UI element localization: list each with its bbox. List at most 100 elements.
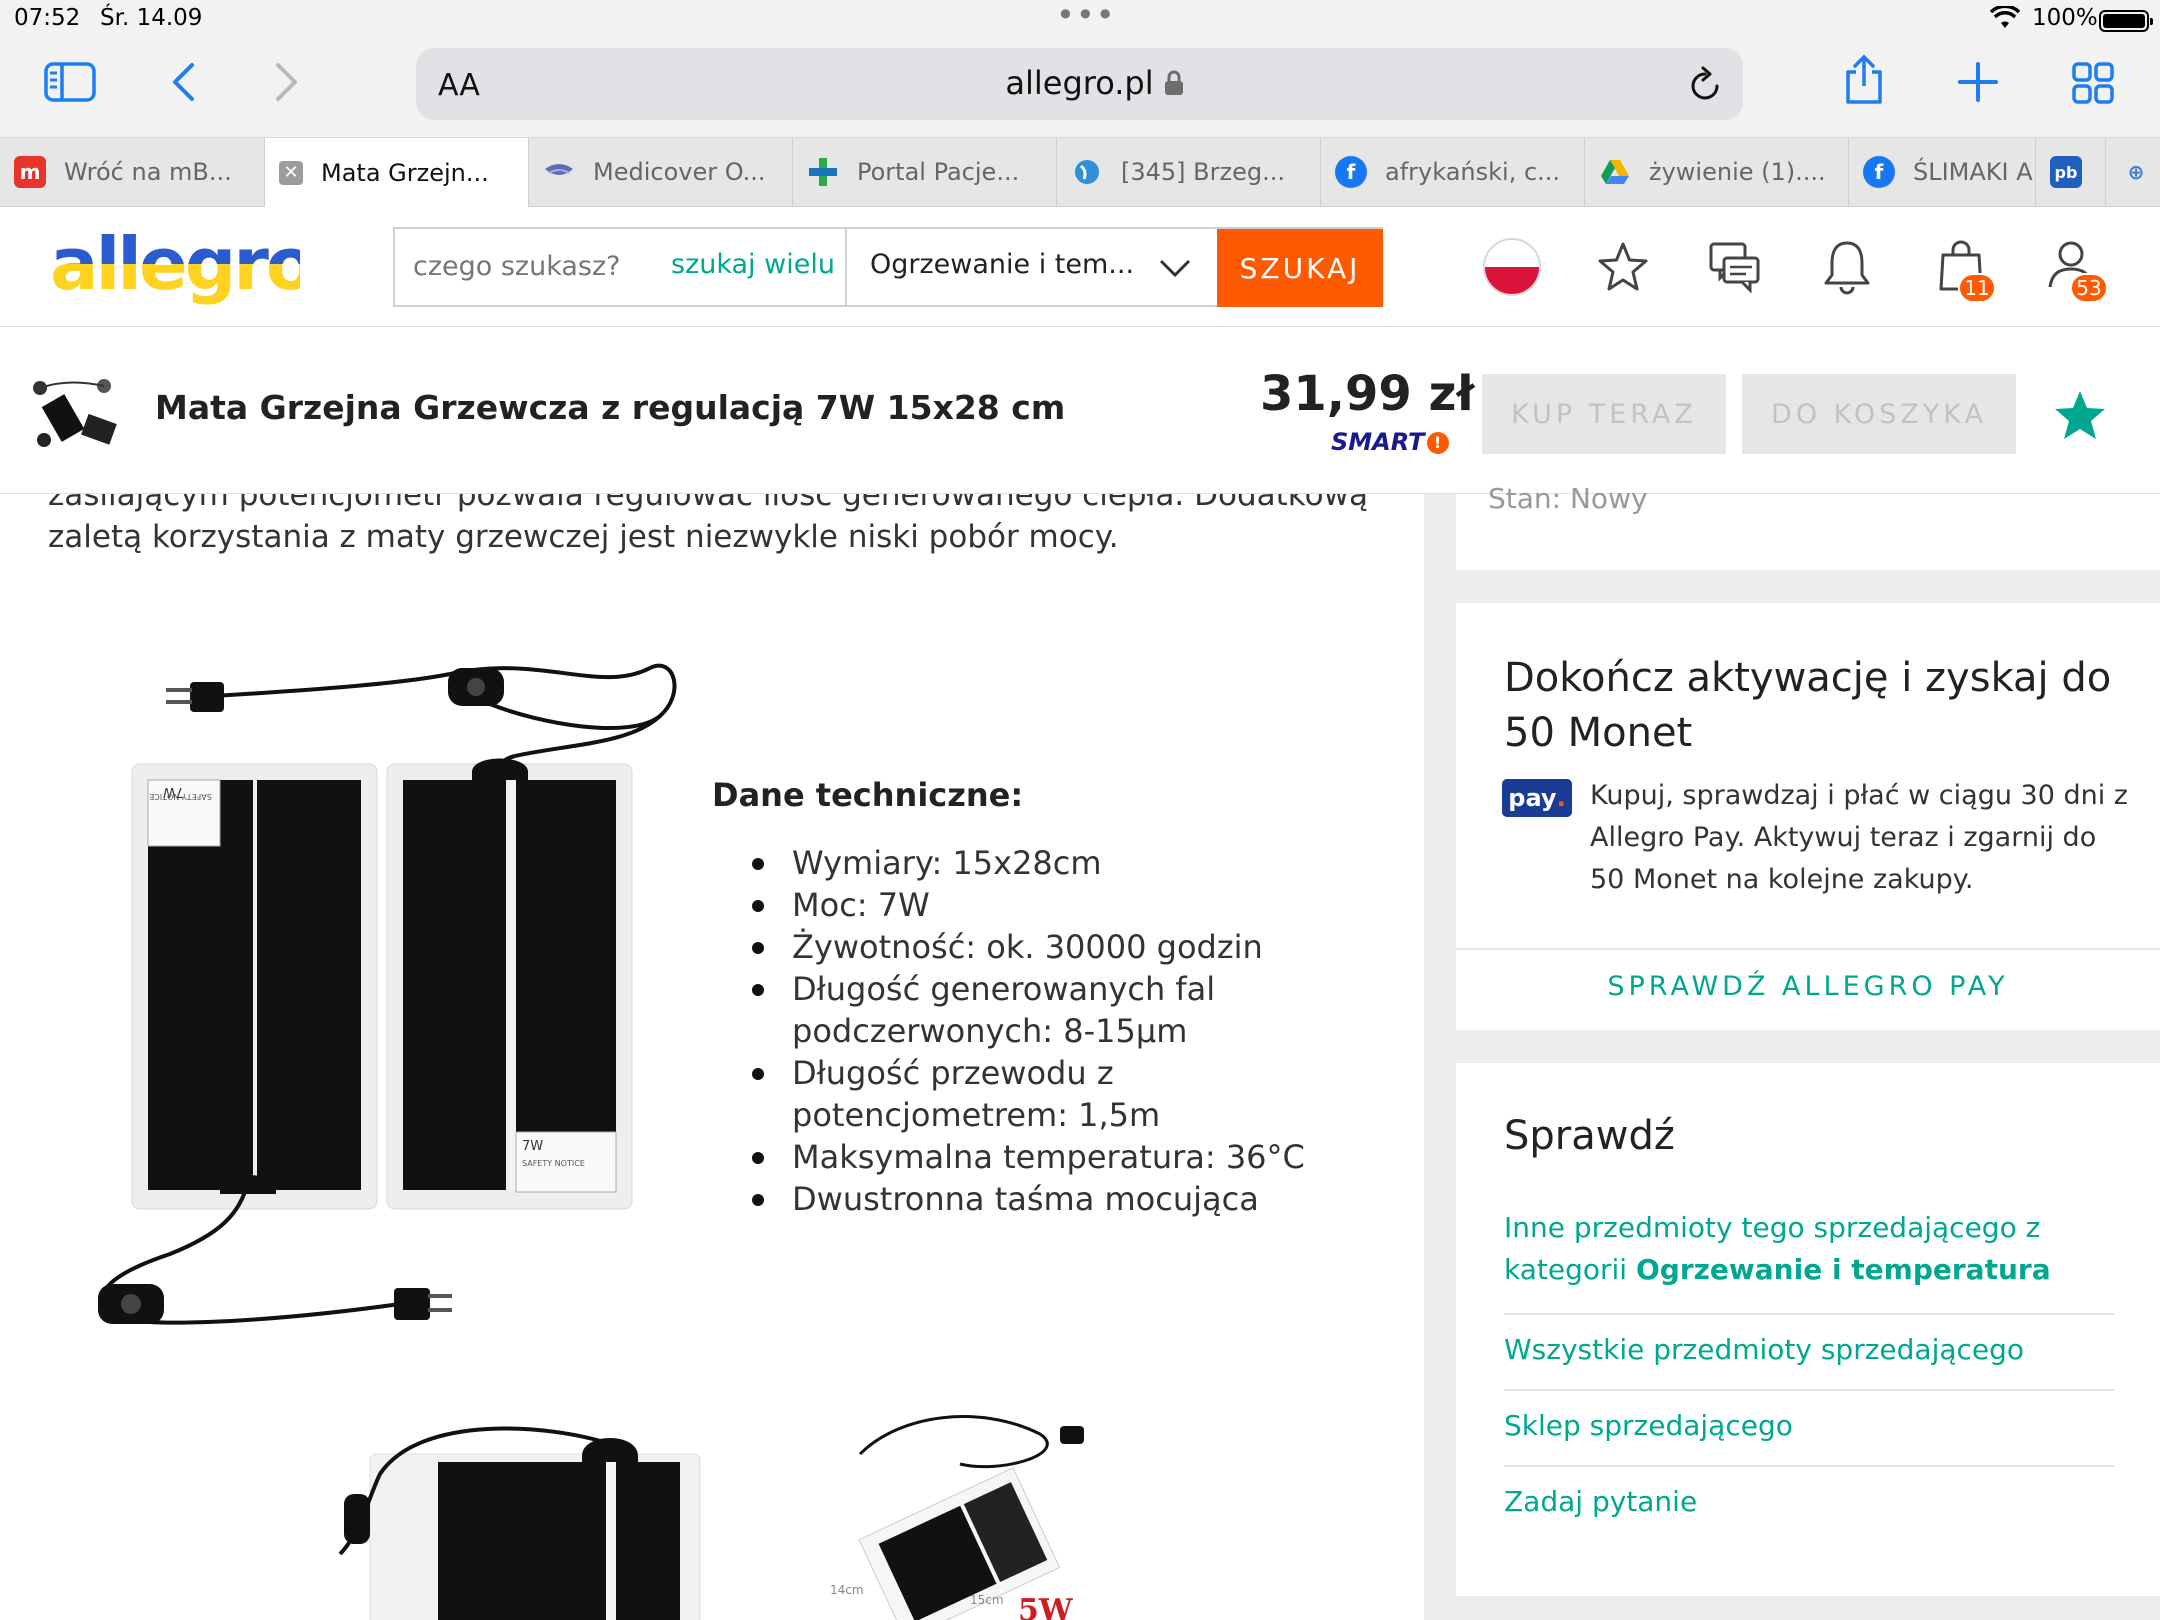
activation-heading: Dokończ aktywację i zyskaj do 50 Monet [1504, 655, 2112, 756]
mat-right-label: 7W [522, 1139, 543, 1154]
status-time: 07:52 [14, 5, 81, 31]
tab-brzeg[interactable]: [345] Brzeg... [1057, 138, 1321, 206]
condition-text: Stan: Nowy [1488, 482, 1648, 515]
new-tab-icon[interactable] [1958, 62, 1998, 102]
product-price: 31,99 zł [1260, 366, 1475, 422]
favorite-star-icon[interactable] [2052, 388, 2108, 442]
medicover-icon [543, 156, 575, 188]
battery-icon [2099, 10, 2153, 32]
allegro-pay-logo: pay. [1502, 779, 1572, 817]
search-input[interactable]: czego szukasz? [413, 251, 621, 282]
allegro-logo[interactable]: allegro [50, 222, 316, 337]
tab-mbank[interactable]: m Wróć na mB... [0, 138, 265, 206]
allegro-pay-card: Dokończ aktywację i zyskaj do 50 Monet p… [1456, 603, 2160, 1030]
dimension-label-a: 14cm [830, 1583, 864, 1597]
reload-icon[interactable] [1688, 66, 1722, 102]
check-card: Sprawdź Inne przedmioty tego sprzedające… [1456, 1063, 2160, 1596]
other-items-category-link[interactable]: Inne przedmioty tego sprzedającego z kat… [1504, 1207, 2114, 1291]
dimension-label-b: 15cm [970, 1593, 1004, 1607]
multitasking-dots[interactable]: ••• [1056, 0, 1116, 34]
site-header: allegro czego szukasz? szukaj wielu Ogrz… [0, 207, 2160, 327]
tab-allegro-active[interactable]: ✕ Mata Grzejn... [265, 138, 529, 207]
tab-partial[interactable]: ⊕ [2106, 138, 2160, 206]
forward-icon[interactable] [274, 62, 300, 102]
tab-facebook-2[interactable]: f ŚLIMAKI A [1849, 138, 2036, 206]
tab-portal[interactable]: Portal Pacje... [793, 138, 1057, 206]
link-divider [1504, 1465, 2114, 1467]
poland-flag-icon[interactable] [1482, 237, 1542, 297]
product-image-mats: 7W SAFETY NOTICE 7W SAFETY NOTICE [98, 663, 677, 1325]
tab-label: [345] Brzeg... [1121, 158, 1285, 186]
check-allegro-pay-link[interactable]: SPRAWDŹ ALLEGRO PAY [1456, 971, 2160, 1002]
pb-icon: pb [2050, 156, 2082, 188]
status-date: Śr. 14.09 [100, 5, 203, 31]
smart-label: SMART [1331, 428, 1425, 456]
product-image-second: 14cm 15cm 5W [338, 1415, 1084, 1620]
product-description: zasilającym potencjometr pozwala regulow… [0, 494, 1424, 1620]
tab-medicover[interactable]: Medicover O... [529, 138, 793, 206]
status-bar: 07:52 Śr. 14.09 ••• 100% [0, 0, 2160, 40]
cart-count-badge: 11 [1958, 273, 1996, 303]
tab-label: ŚLIMAKI A [1913, 158, 2033, 186]
check-heading: Sprawdź [1504, 1113, 1675, 1159]
tab-strip: m Wróć na mB... ✕ Mata Grzejn... Medicov… [0, 137, 2160, 207]
product-thumbnail[interactable] [28, 374, 124, 454]
tab-label: Portal Pacje... [857, 158, 1020, 186]
search-many-link[interactable]: szukaj wielu [671, 249, 835, 280]
tab-label: afrykański, c... [1385, 158, 1561, 186]
smart-exclamation-icon: ! [1426, 432, 1449, 454]
close-tab-icon[interactable]: ✕ [279, 160, 303, 185]
seller-shop-link[interactable]: Sklep sprzedającego [1504, 1405, 2114, 1447]
share-icon[interactable] [1842, 54, 1886, 106]
search-box: czego szukasz? szukaj wielu Ogrzewanie i… [393, 227, 1383, 307]
activation-text: Kupuj, sprawdzaj i płać w ciągu 30 dni z… [1590, 780, 2128, 895]
tab-pb[interactable]: pb [2036, 138, 2106, 206]
messages-icon[interactable] [1708, 241, 1762, 293]
add-to-cart-button[interactable]: DO KOSZYKA [1742, 374, 2016, 454]
link-divider [1504, 1313, 2114, 1315]
url-host[interactable]: allegro.pl [416, 64, 1743, 102]
mbank-icon: m [14, 156, 46, 188]
spec-item: Moc: 7W [752, 884, 1392, 926]
ask-question-link[interactable]: Zadaj pytanie [1504, 1481, 2114, 1523]
spec-item: Dwustronna taśma mocująca [752, 1178, 1392, 1220]
search-button[interactable]: SZUKAJ [1217, 229, 1383, 307]
tab-facebook-1[interactable]: f afrykański, c... [1321, 138, 1585, 206]
lock-icon [1165, 70, 1183, 95]
spec-item: Długość generowanych fal podczerwonych: … [752, 968, 1392, 1052]
category-select[interactable]: Ogrzewanie i tem... [870, 249, 1134, 280]
search-divider [845, 229, 847, 307]
notification-bell-icon[interactable] [1822, 239, 1872, 295]
tab-label: Medicover O... [593, 158, 766, 186]
globe-icon [1071, 156, 1103, 188]
tab-overview-icon[interactable] [2072, 62, 2114, 104]
account-count-badge: 53 [2070, 273, 2108, 303]
address-bar[interactable]: AA allegro.pl [416, 48, 1743, 120]
tech-specs-list: Wymiary: 15x28cm Moc: 7W Żywotność: ok. … [752, 842, 1392, 1220]
wattage-label: 5W [1018, 1593, 1074, 1620]
mat-left-safety: SAFETY NOTICE [149, 792, 212, 801]
tab-label: Wróć na mB... [64, 158, 232, 186]
spec-item: Żywotność: ok. 30000 godzin [752, 926, 1392, 968]
product-title: Mata Grzejna Grzewcza z regulacją 7W 15x… [155, 388, 1066, 427]
spec-item: Maksymalna temperatura: 36°C [752, 1136, 1392, 1178]
battery-percent: 100% [2032, 5, 2098, 31]
spec-item: Wymiary: 15x28cm [752, 842, 1392, 884]
tab-label: żywienie (1).... [1649, 158, 1826, 186]
mat-right-safety: SAFETY NOTICE [522, 1159, 585, 1168]
star-outline-icon[interactable] [1596, 241, 1650, 293]
wifi-icon [1990, 6, 2020, 28]
smart-badge: SMART! [1331, 428, 1449, 456]
link-divider [1504, 1389, 2114, 1391]
description-intro: zasilającym potencjometr pozwala regulow… [48, 494, 1368, 555]
chevron-down-icon[interactable] [1157, 249, 1193, 285]
tech-specs-title: Dane techniczne: [712, 776, 1024, 814]
card-divider [1456, 948, 2160, 950]
google-drive-icon [1599, 156, 1631, 188]
sidebar-toggle-icon[interactable] [44, 62, 96, 102]
tab-drive[interactable]: żywienie (1).... [1585, 138, 1849, 206]
facebook-icon: f [1863, 156, 1895, 188]
back-icon[interactable] [170, 62, 196, 102]
buy-now-button[interactable]: KUP TERAZ [1482, 374, 1726, 454]
all-seller-items-link[interactable]: Wszystkie przedmioty sprzedającego [1504, 1329, 2114, 1371]
